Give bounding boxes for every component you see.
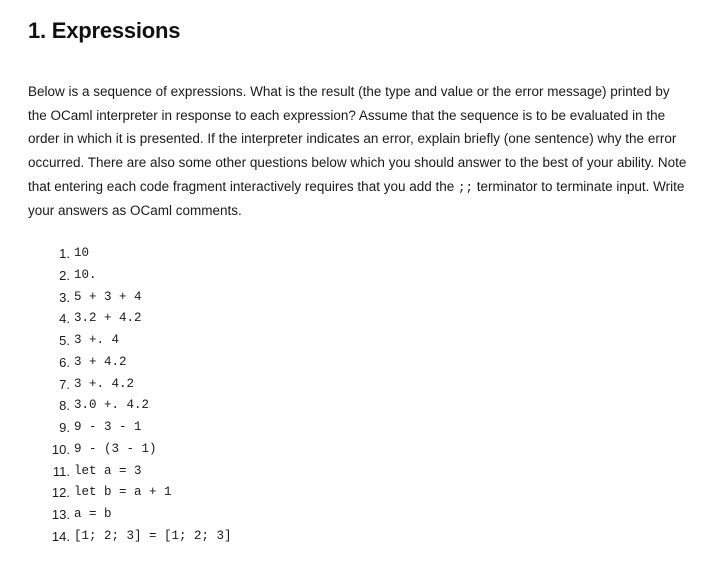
list-item: 3 + 4.2 <box>74 352 692 374</box>
intro-paragraph: Below is a sequence of expressions. What… <box>28 80 692 223</box>
list-item: 10. <box>74 265 692 287</box>
list-item: 3.0 +. 4.2 <box>74 395 692 417</box>
list-item: 3.2 + 4.2 <box>74 308 692 330</box>
list-item: a = b <box>74 504 692 526</box>
intro-code-terminator: ;; <box>458 181 473 195</box>
list-item: 3 +. 4.2 <box>74 374 692 396</box>
list-item: 9 - (3 - 1) <box>74 439 692 461</box>
list-item: 9 - 3 - 1 <box>74 417 692 439</box>
list-item: [1; 2; 3] = [1; 2; 3] <box>74 526 692 548</box>
list-item: 5 + 3 + 4 <box>74 287 692 309</box>
expression-list: 10 10. 5 + 3 + 4 3.2 + 4.2 3 +. 4 3 + 4.… <box>28 243 692 548</box>
intro-text-1: Below is a sequence of expressions. What… <box>28 84 686 194</box>
list-item: let b = a + 1 <box>74 482 692 504</box>
list-item: let a = 3 <box>74 461 692 483</box>
list-item: 3 +. 4 <box>74 330 692 352</box>
list-item: 10 <box>74 243 692 265</box>
section-heading: 1. Expressions <box>28 18 692 44</box>
